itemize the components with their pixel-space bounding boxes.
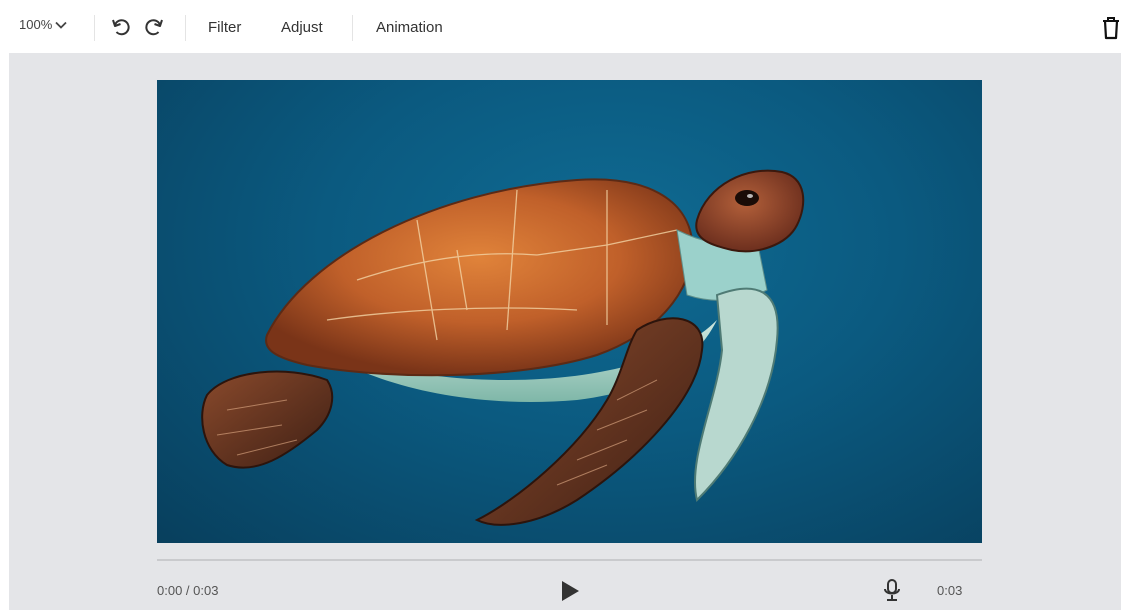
timeline-track[interactable] bbox=[157, 559, 982, 561]
duration: 0:03 bbox=[937, 583, 963, 598]
current-time: 0:00 / 0:03 bbox=[157, 583, 219, 598]
divider bbox=[185, 15, 186, 41]
zoom-level: 100% bbox=[19, 17, 53, 32]
video-canvas[interactable] bbox=[157, 80, 982, 543]
undo-icon[interactable] bbox=[110, 16, 132, 38]
zoom-dropdown[interactable]: 100% bbox=[19, 17, 67, 32]
divider bbox=[352, 15, 353, 41]
redo-icon[interactable] bbox=[143, 16, 165, 38]
play-icon[interactable] bbox=[560, 580, 580, 602]
divider bbox=[94, 15, 95, 41]
trash-icon[interactable] bbox=[1101, 16, 1121, 40]
top-toolbar: 100% Filter Adjust Animation bbox=[0, 0, 1121, 53]
filter-button[interactable]: Filter bbox=[208, 19, 241, 36]
adjust-button[interactable]: Adjust bbox=[281, 19, 323, 36]
sea-turtle-image bbox=[201, 169, 805, 526]
chevron-down-icon bbox=[55, 21, 67, 29]
microphone-icon[interactable] bbox=[882, 578, 902, 602]
animation-button[interactable]: Animation bbox=[376, 19, 443, 36]
